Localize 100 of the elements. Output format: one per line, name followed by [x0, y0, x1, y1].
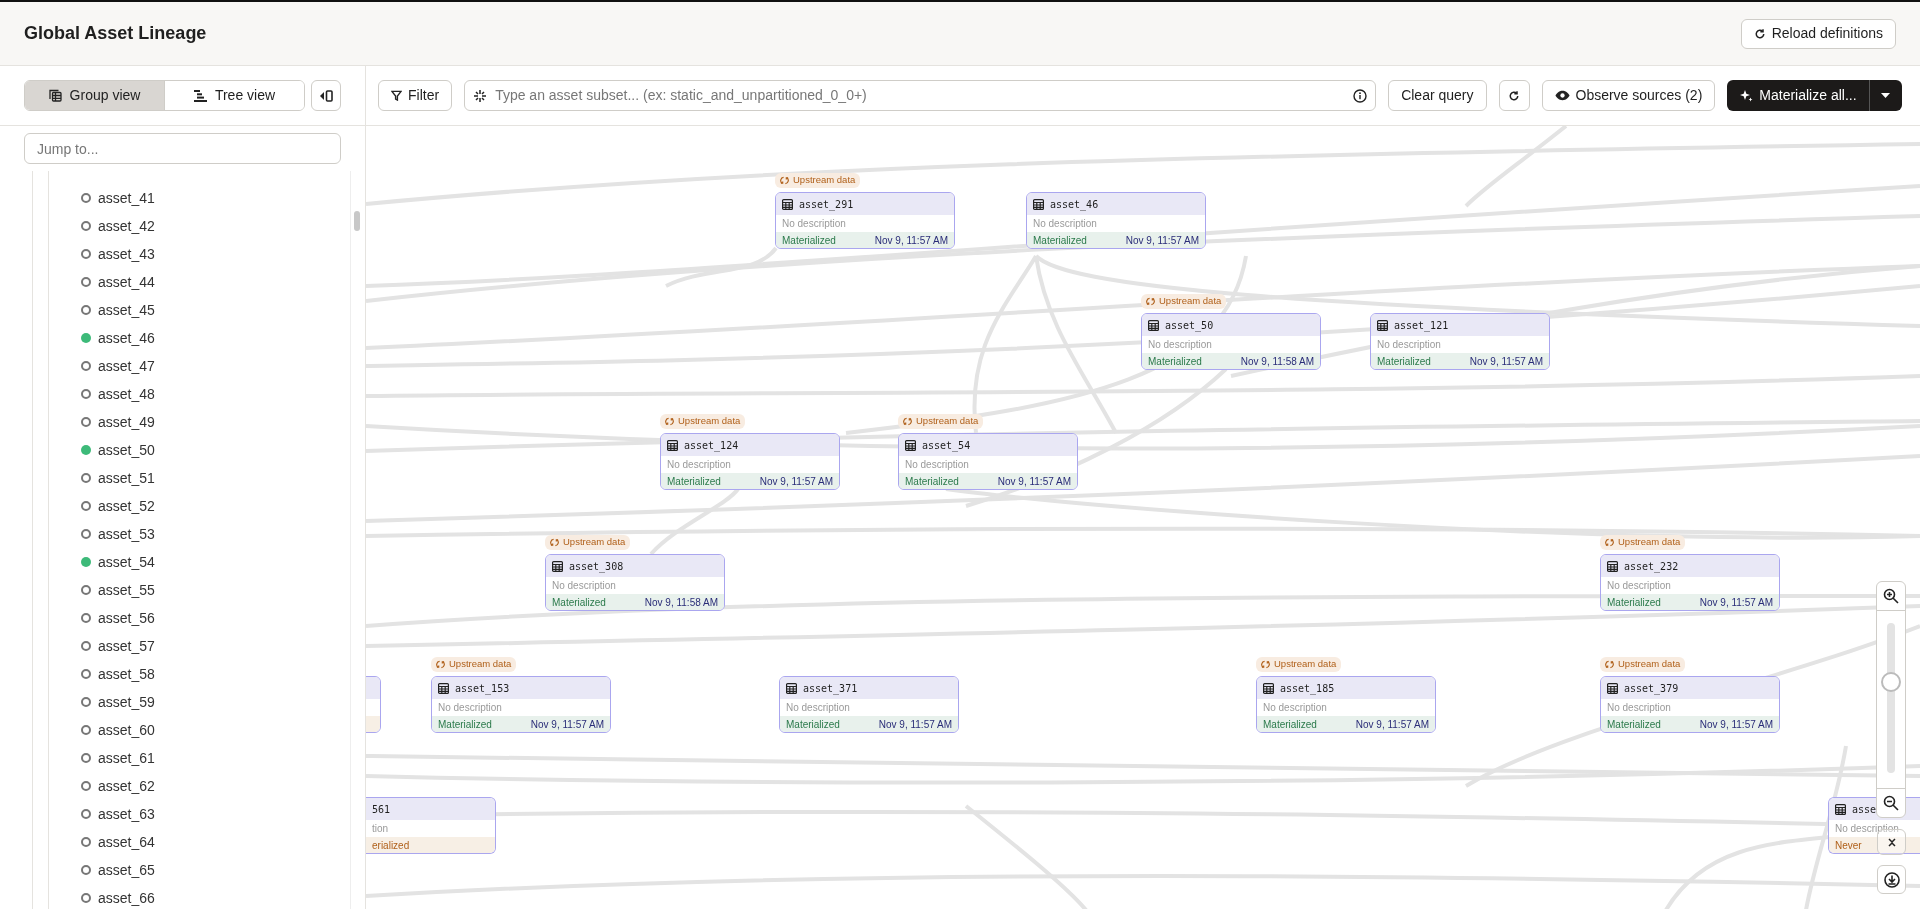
sync-icon — [1261, 660, 1270, 669]
table-icon — [552, 560, 563, 572]
status-label: Materialized — [1607, 717, 1661, 732]
asset-list-item[interactable]: asset_61 — [0, 744, 280, 772]
eye-icon — [1554, 90, 1570, 101]
zoom-slider-thumb[interactable] — [1881, 671, 1901, 692]
asset-description: No description — [438, 701, 502, 715]
clear-query-button[interactable]: Clear query — [1388, 80, 1487, 111]
asset-node[interactable]: asset_54 No description Materialized Nov 9, 11:57 AM — [898, 433, 1078, 490]
asset-node[interactable]: asset_50 No description Materialized Nov 9, 11:58 AM — [1141, 313, 1321, 370]
asset-description: No description — [1607, 701, 1671, 715]
collapse-sidebar-button[interactable] — [311, 80, 341, 111]
asset-name: asset_124 — [684, 438, 739, 453]
asset-node[interactable]: asset_124 No description Materialized Nov 9, 11:57 AM — [660, 433, 840, 490]
asset-list-item[interactable]: asset_48 — [0, 380, 280, 408]
asset-list-item[interactable]: asset_56 — [0, 604, 280, 632]
upstream-data-badge: Upstream data — [1256, 657, 1342, 672]
asset-list-item[interactable]: asset_50 — [0, 436, 280, 464]
asset-list-item[interactable]: asset_53 — [0, 520, 280, 548]
asset-node[interactable]: asset_308 No description Materialized Nov 9, 11:58 AM — [545, 554, 725, 611]
jump-to-field[interactable]: Jump to... — [24, 133, 341, 164]
asset-description: No description — [782, 217, 846, 231]
asset-list-item[interactable]: asset_55 — [0, 576, 280, 604]
timestamp: Nov 9, 11:57 AM — [874, 233, 948, 248]
refresh-button[interactable] — [1498, 80, 1530, 111]
upstream-data-badge: Upstream data — [1600, 657, 1686, 672]
sync-icon — [1146, 297, 1155, 306]
asset-name: asset_46 — [1050, 197, 1099, 212]
timestamp: Nov 9, 11:57 AM — [1355, 717, 1429, 732]
asset-node[interactable]: asset_291 No description Materialized Nov 9, 11:57 AM — [775, 192, 955, 249]
asset-node[interactable]: asset_153 No description Materialized Nov 9, 11:57 AM — [431, 676, 611, 733]
info-icon[interactable] — [1353, 88, 1368, 103]
sync-icon — [550, 538, 559, 547]
asset-name: asset_232 — [1624, 559, 1679, 574]
asset-list-item[interactable]: asset_42 — [0, 212, 280, 240]
sync-icon — [1605, 660, 1614, 669]
refresh-icon — [1508, 89, 1520, 102]
asset-list-item[interactable]: asset_46 — [0, 324, 280, 352]
asset-node[interactable]: asset_121 No description Materialized Nov 9, 11:57 AM — [1370, 313, 1550, 370]
asset-list-item[interactable]: asset_47 — [0, 352, 280, 380]
timestamp: Nov 9, 11:57 AM — [1699, 717, 1773, 732]
asset-list-item[interactable]: asset_63 — [0, 800, 280, 828]
table-icon — [438, 682, 449, 694]
asset-node[interactable]: asset_371 No description Materialized Nov 9, 11:57 AM — [779, 676, 959, 733]
asset-node[interactable]: asset_46 No description Materialized Nov 9, 11:57 AM — [1026, 192, 1206, 249]
asset-list-item[interactable]: asset_52 — [0, 492, 280, 520]
asset-node[interactable]: 561 tion erialized — [366, 797, 496, 854]
status-label: erialized — [372, 838, 410, 853]
asset-name: asse — [1852, 802, 1877, 817]
asset-description: No description — [1377, 338, 1441, 352]
sync-icon — [780, 176, 789, 185]
sync-icon — [436, 660, 445, 669]
table-icon — [1033, 198, 1044, 210]
asset-description: No description — [552, 579, 616, 593]
filter-icon — [391, 90, 402, 101]
asset-name: asset_291 — [799, 197, 854, 212]
timestamp: Nov 9, 11:57 AM — [1469, 354, 1543, 369]
asset-description: No description — [1263, 701, 1327, 715]
asset-node[interactable]: asset_185 No description Materialized Nov 9, 11:57 AM — [1256, 676, 1436, 733]
sync-icon — [903, 417, 912, 426]
observe-sources-button[interactable]: Observe sources (2) — [1541, 80, 1716, 111]
download-button[interactable] — [1877, 865, 1906, 894]
page-title: Global Asset Lineage — [24, 22, 207, 45]
asset-list-item[interactable]: asset_43 — [0, 240, 280, 268]
asset-list-item[interactable]: asset_60 — [0, 716, 280, 744]
timestamp: Nov 9, 11:57 AM — [530, 717, 604, 732]
query-input[interactable]: Type an asset subset... (ex: static_and_unpartitioned_0_0+) — [495, 85, 1346, 106]
asset-list-item[interactable]: asset_64 — [0, 828, 280, 856]
status-label: Materialized — [667, 474, 721, 489]
asset-node[interactable]: asset_379 No description Materialized Nov 9, 11:57 AM — [1600, 676, 1780, 733]
asset-list-item[interactable]: asset_57 — [0, 632, 280, 660]
asset-list-item[interactable]: asset_54 — [0, 548, 280, 576]
view-tab[interactable]: Tree view — [164, 81, 304, 110]
query-field[interactable]: Type an asset subset... (ex: static_and_unpartitioned_0_0+) — [464, 80, 1377, 111]
timestamp: Nov 9, 11:57 AM — [878, 717, 952, 732]
scrollbar-thumb[interactable] — [354, 211, 360, 231]
upstream-data-badge: Upstream data — [1141, 294, 1227, 309]
asset-list-item[interactable]: asset_45 — [0, 296, 280, 324]
upstream-data-badge: Upstream data — [1600, 535, 1686, 550]
asset-node[interactable]: asset_232 No description Materialized Nov 9, 11:57 AM — [1600, 554, 1780, 611]
status-label: Never — [1835, 838, 1862, 853]
filter-button[interactable]: Filter — [378, 80, 453, 111]
status-label: Materialized — [905, 474, 959, 489]
asset-name: 561 — [372, 802, 391, 817]
tree-icon — [193, 89, 207, 102]
asset-list-item[interactable]: asset_59 — [0, 688, 280, 716]
asset-list-item[interactable]: asset_66 — [0, 884, 280, 909]
reload-definitions-button[interactable]: Reload definitions — [1740, 18, 1896, 49]
table-icon — [786, 682, 797, 694]
asset-list-item[interactable]: asset_65 — [0, 856, 280, 884]
view-tab[interactable]: Group view — [25, 81, 164, 110]
asset-list-item[interactable]: asset_41 — [0, 184, 280, 212]
asset-list-item[interactable]: asset_44 — [0, 268, 280, 296]
asset-list-item[interactable]: asset_51 — [0, 464, 280, 492]
asset-list-item[interactable]: asset_62 — [0, 772, 280, 800]
table-icon — [1835, 803, 1846, 815]
status-label: Materialized — [1263, 717, 1317, 732]
timestamp: Nov 9, 11:57 AM — [997, 474, 1071, 489]
asset-list-item[interactable]: asset_58 — [0, 660, 280, 688]
asset-list-item[interactable]: asset_49 — [0, 408, 280, 436]
